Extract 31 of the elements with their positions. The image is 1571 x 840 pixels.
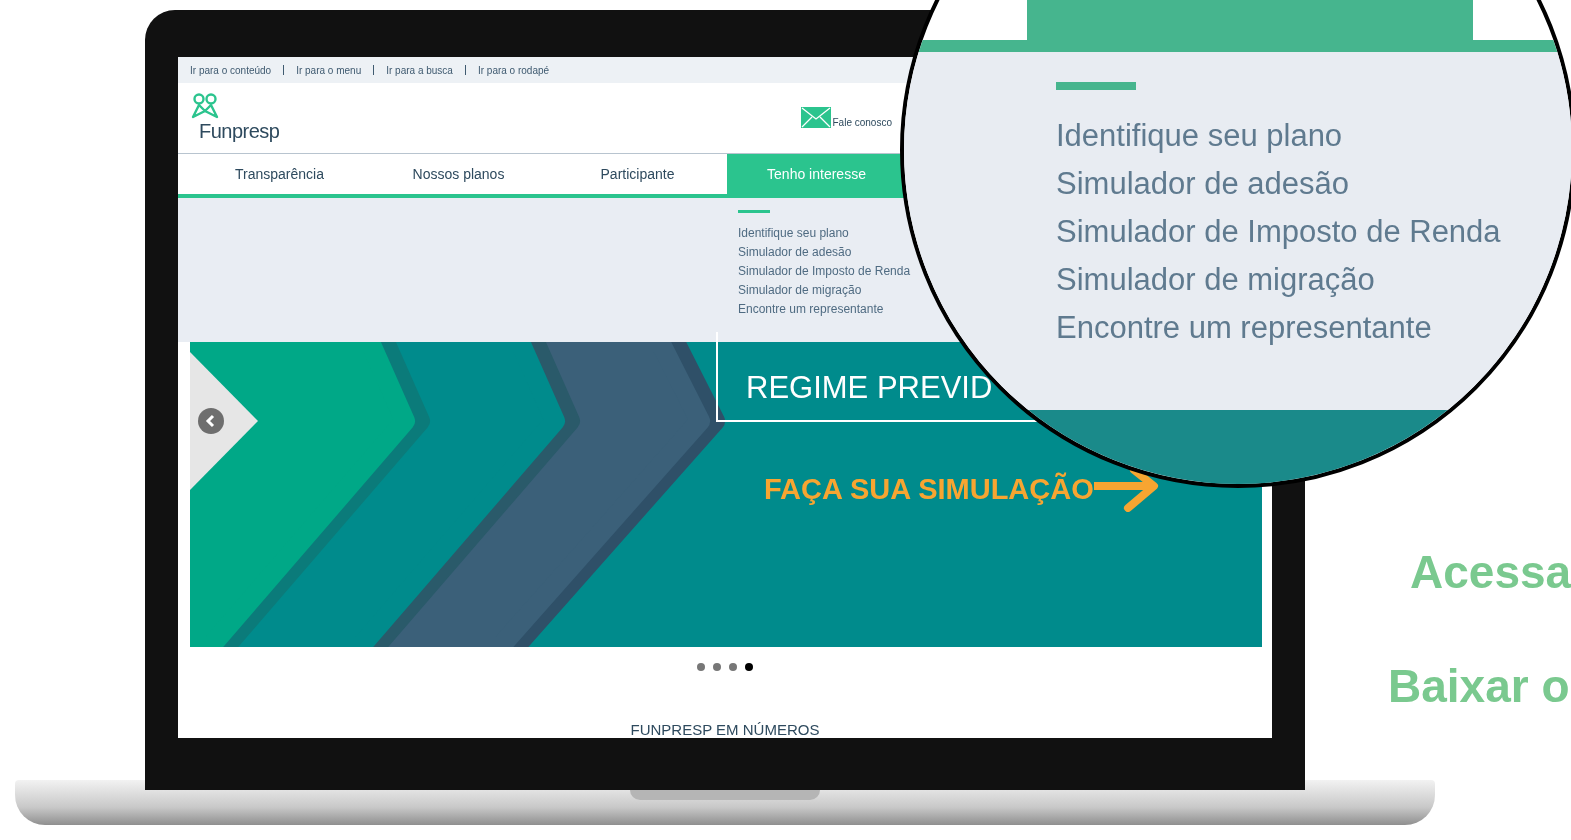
contact-link[interactable]: Fale conosco	[800, 107, 892, 128]
magnified-menu-text: Simulador de Imposto de Renda	[1056, 213, 1502, 251]
nav-tab[interactable]: Transparência	[190, 154, 369, 194]
magnified-menu-text: Simulador de adesão	[1056, 165, 1350, 203]
dropdown-link[interactable]: Simulador de adesão	[738, 243, 852, 262]
nav-tab[interactable]: Nossos planos	[369, 154, 548, 194]
promo-heading: Baixar o	[1388, 659, 1571, 713]
skip-link[interactable]: Ir para o conteúdo	[190, 64, 272, 76]
dropdown-link[interactable]: Identifique seu plano	[738, 224, 849, 243]
previous-slide-icon[interactable]	[198, 408, 224, 434]
magnified-menu-text: Identifique seu plano	[1056, 117, 1344, 155]
carousel-dot[interactable]	[729, 663, 737, 671]
carousel-dot[interactable]	[697, 663, 705, 671]
magnified-menu-text: Simulador de migração	[1056, 261, 1376, 299]
skip-link[interactable]: Ir para a busca	[386, 64, 453, 76]
skip-link[interactable]: Ir para o rodapé	[477, 64, 550, 76]
skip-link[interactable]: Ir para o menu	[296, 64, 362, 76]
logo-text[interactable]: Funpresp	[199, 120, 280, 143]
dropdown-link[interactable]: Simulador de Imposto de Renda	[738, 262, 911, 281]
dropdown-link[interactable]: Simulador de migração	[738, 281, 862, 300]
headline-text: REGIME PREVID	[746, 370, 993, 406]
promo-heading: Acessa	[1410, 545, 1571, 599]
magnified-menu-text: Encontre um representante	[1056, 309, 1433, 347]
carousel-dot[interactable]	[745, 663, 753, 671]
envelope-icon	[800, 107, 831, 128]
dropdown-link[interactable]: Encontre um representante	[738, 300, 884, 319]
nav-tab[interactable]: Participante	[548, 154, 727, 194]
accent-bar	[738, 210, 770, 213]
section-heading: FUNPRESP EM NÚMEROS	[629, 721, 821, 738]
carousel-dot[interactable]	[713, 663, 721, 671]
people-logo-icon	[191, 93, 219, 119]
